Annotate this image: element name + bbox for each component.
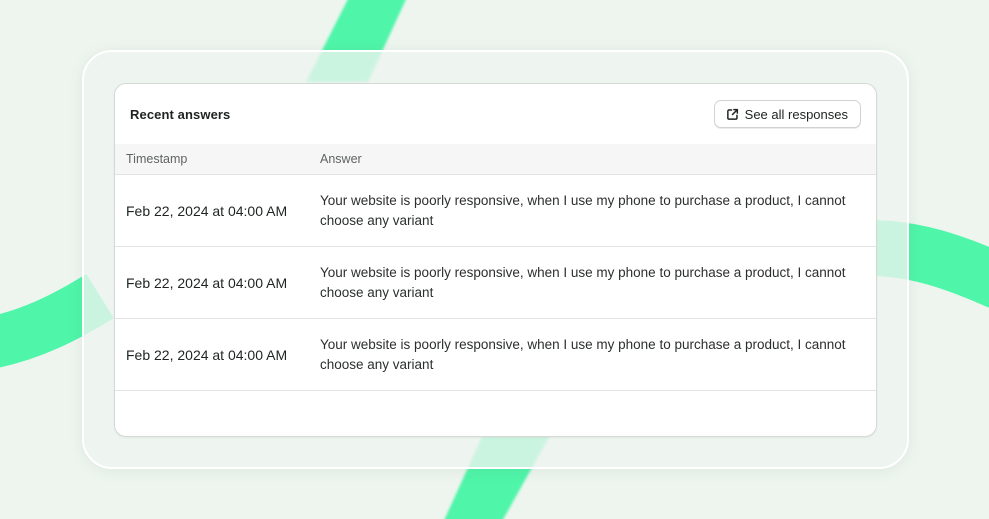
table-row: Feb 22, 2024 at 04:00 AM Your website is… <box>115 175 876 247</box>
column-header-answer: Answer <box>320 152 362 166</box>
table-row: Feb 22, 2024 at 04:00 AM Your website is… <box>115 247 876 319</box>
table-header: Timestamp Answer <box>115 144 876 175</box>
recent-answers-card: Recent answers See all responses Timesta… <box>114 83 877 437</box>
table-row: Feb 22, 2024 at 04:00 AM Your website is… <box>115 319 876 391</box>
row-answer: Your website is poorly responsive, when … <box>320 264 846 300</box>
row-answer: Your website is poorly responsive, when … <box>320 192 846 228</box>
row-timestamp: Feb 22, 2024 at 04:00 AM <box>126 202 288 219</box>
column-header-timestamp: Timestamp <box>126 152 188 166</box>
row-answer: Your website is poorly responsive, when … <box>320 336 846 372</box>
row-timestamp: Feb 22, 2024 at 04:00 AM <box>126 274 288 291</box>
card-title: Recent answers <box>130 106 231 122</box>
see-all-responses-label: See all responses <box>744 106 848 122</box>
external-link-icon <box>726 108 739 121</box>
card-header: Recent answers See all responses <box>115 84 876 144</box>
see-all-responses-button[interactable]: See all responses <box>713 100 861 128</box>
row-timestamp: Feb 22, 2024 at 04:00 AM <box>126 346 288 363</box>
